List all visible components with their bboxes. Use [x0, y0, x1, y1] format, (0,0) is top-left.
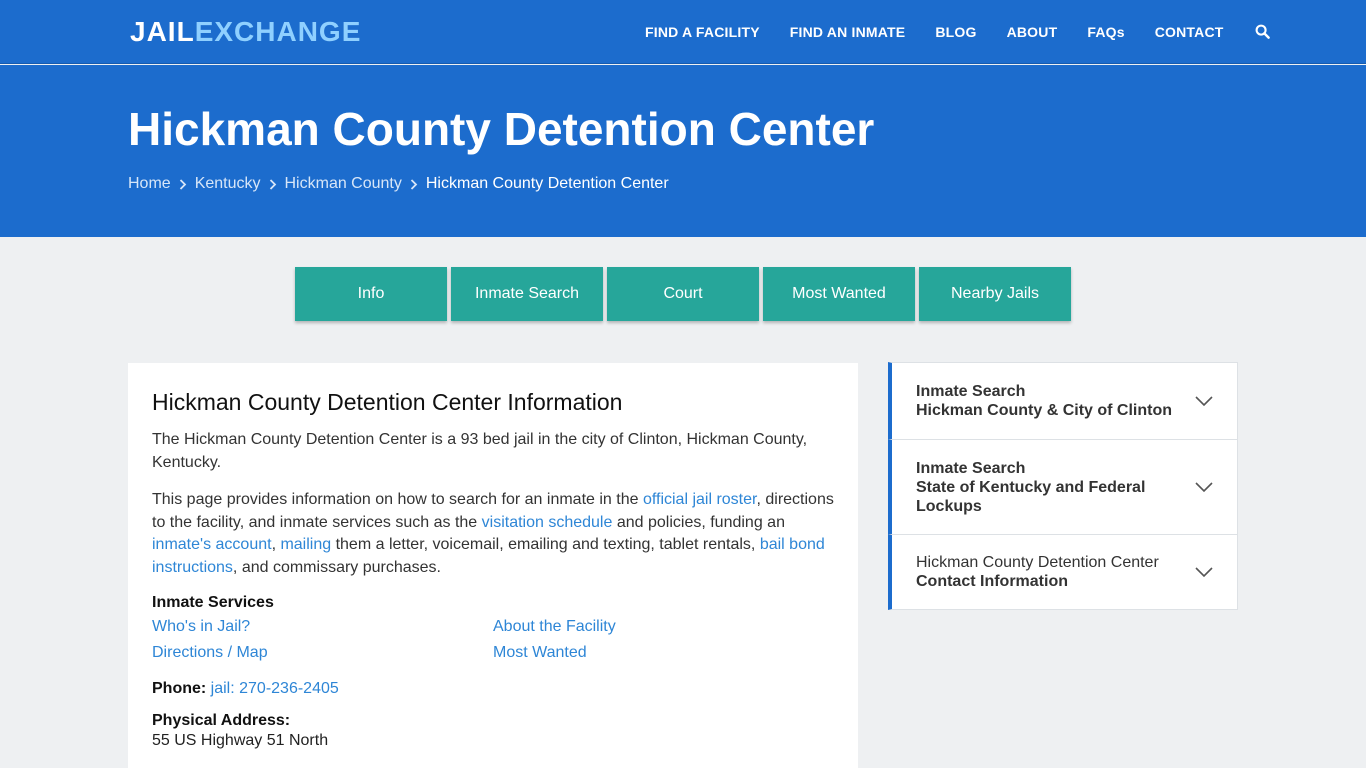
- link-whos-in-jail[interactable]: Who's in Jail?: [152, 616, 493, 638]
- link-most-wanted[interactable]: Most Wanted: [493, 642, 793, 664]
- link-mailing[interactable]: mailing: [280, 536, 331, 553]
- facility-info-card: Hickman County Detention Center Informat…: [128, 363, 858, 768]
- accordion-contact-information[interactable]: Hickman County Detention Center Contact …: [888, 534, 1238, 610]
- chevron-down-icon: [1195, 396, 1213, 407]
- chevron-down-icon: [1195, 482, 1213, 493]
- breadcrumb-current: Hickman County Detention Center: [425, 175, 669, 192]
- nav-about[interactable]: ABOUT: [1007, 24, 1058, 40]
- tab-nearby-jails[interactable]: Nearby Jails: [919, 267, 1071, 321]
- chevron-right-icon: [171, 176, 195, 192]
- description-paragraph: This page provides information on how to…: [152, 491, 834, 576]
- chevron-right-icon: [261, 176, 285, 192]
- site-logo[interactable]: JAILEXCHANGE: [130, 16, 361, 48]
- inmate-services-title: Inmate Services: [152, 594, 274, 611]
- link-about-facility[interactable]: About the Facility: [493, 616, 793, 638]
- top-navbar: JAILEXCHANGE FIND A FACILITY FIND AN INM…: [0, 0, 1366, 64]
- nav-faqs[interactable]: FAQs: [1087, 24, 1124, 40]
- chevron-right-icon: [402, 176, 426, 192]
- accordion-inmate-search-state[interactable]: Inmate Search State of Kentucky and Fede…: [888, 439, 1238, 535]
- link-official-jail-roster[interactable]: official jail roster: [643, 491, 757, 508]
- sidebar-accordion: Inmate Search Hickman County & City of C…: [888, 362, 1238, 610]
- hero-banner: Hickman County Detention Center Home Ken…: [0, 65, 1366, 237]
- breadcrumb-state[interactable]: Kentucky: [195, 175, 261, 193]
- address-line: 55 US Highway 51 North: [152, 732, 329, 749]
- breadcrumb-home[interactable]: Home: [128, 175, 171, 193]
- link-directions-map[interactable]: Directions / Map: [152, 642, 493, 664]
- search-icon[interactable]: [1255, 24, 1271, 40]
- nav-contact[interactable]: CONTACT: [1155, 24, 1224, 40]
- phone-row: Phone: jail: 270-236-2405: [152, 680, 834, 698]
- intro-paragraph: The Hickman County Detention Center is a…: [152, 431, 808, 471]
- phone-link[interactable]: jail: 270-236-2405: [211, 680, 339, 697]
- link-inmate-account[interactable]: inmate's account: [152, 536, 272, 553]
- main-nav: FIND A FACILITY FIND AN INMATE BLOG ABOU…: [630, 0, 1271, 64]
- link-visitation-schedule[interactable]: visitation schedule: [482, 514, 613, 531]
- page-title: Hickman County Detention Center: [128, 103, 875, 155]
- nav-blog[interactable]: BLOG: [935, 24, 976, 40]
- nav-find-inmate[interactable]: FIND AN INMATE: [790, 24, 906, 40]
- nav-find-facility[interactable]: FIND A FACILITY: [645, 24, 760, 40]
- phone-label: Phone:: [152, 680, 207, 697]
- chevron-down-icon: [1195, 567, 1213, 578]
- tab-most-wanted[interactable]: Most Wanted: [763, 267, 915, 321]
- inmate-services-list: Who's in Jail? About the Facility Direct…: [152, 616, 834, 664]
- accordion-inmate-search-county[interactable]: Inmate Search Hickman County & City of C…: [888, 362, 1238, 440]
- address-label: Physical Address:: [152, 712, 291, 729]
- breadcrumb-county[interactable]: Hickman County: [285, 175, 402, 193]
- tab-inmate-search[interactable]: Inmate Search: [451, 267, 603, 321]
- section-tabs: Info Inmate Search Court Most Wanted Nea…: [295, 267, 1075, 321]
- breadcrumb: Home Kentucky Hickman County Hickman Cou…: [128, 175, 669, 193]
- tab-court[interactable]: Court: [607, 267, 759, 321]
- tab-info[interactable]: Info: [295, 267, 447, 321]
- section-heading: Hickman County Detention Center Informat…: [152, 389, 623, 415]
